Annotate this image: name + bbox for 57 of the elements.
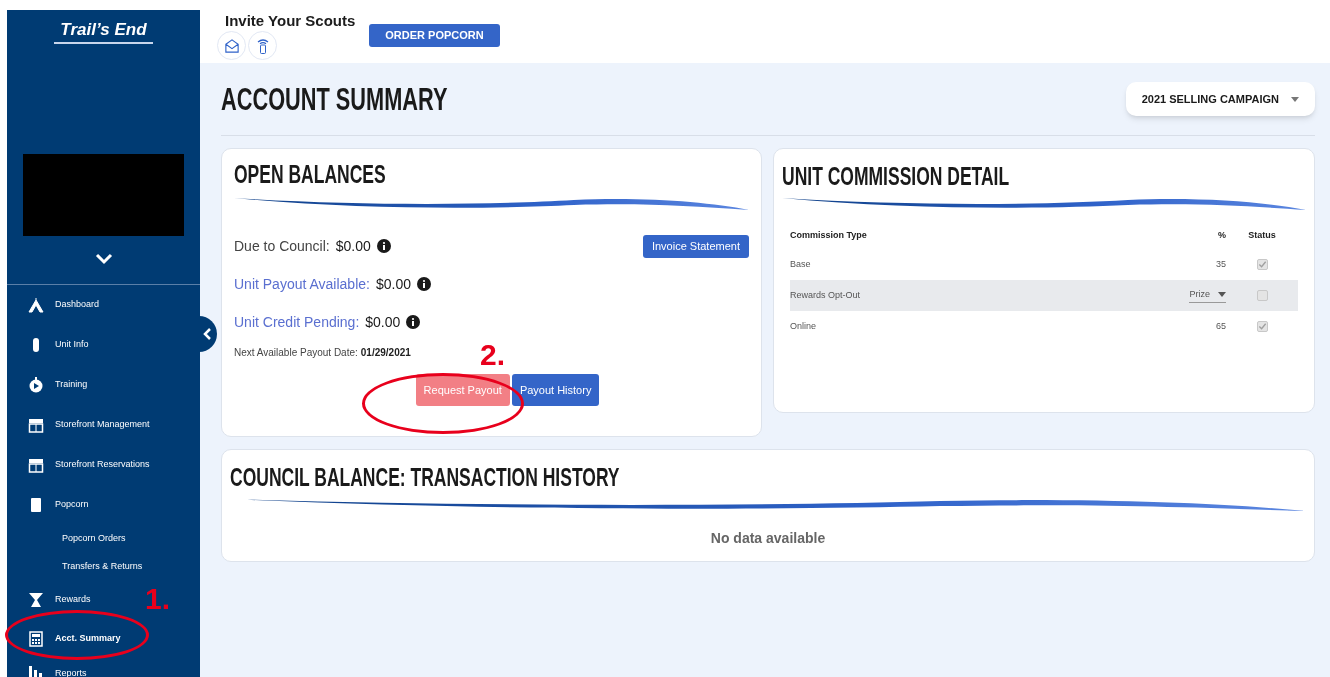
balance-label[interactable]: Unit Credit Pending: [234,311,360,333]
balance-value: $0.00 [335,236,371,256]
balance-label[interactable]: Unit Payout Available: [234,273,370,295]
sidebar-item[interactable]: Storefront Reservations [28,445,150,485]
order-popcorn-button[interactable]: ORDER POPCORN [369,24,500,47]
payout-date-label: Next Available Payout Date: [234,346,358,360]
sidebar-item[interactable]: Storefront Management [28,405,150,445]
tent-icon [28,297,44,313]
annotation-number: 2. [480,338,506,372]
invoice-statement-button[interactable]: Invoice Statement [642,234,749,258]
sidebar-item[interactable]: Reports [28,659,87,677]
info-icon[interactable] [417,277,431,291]
storefront-icon [28,417,44,433]
column-header: % [1217,229,1226,243]
table-cell-text: 65 [1215,319,1226,333]
calculator-icon [28,631,44,647]
caret-icon [1291,96,1299,102]
logo: Trail’s End [54,20,153,44]
info-icon[interactable] [406,315,421,329]
trophy-icon [28,592,44,608]
table-cell-text: Rewards Opt-Out [790,288,862,302]
column-header: Commission Type [790,229,868,243]
info-icon[interactable] [376,239,391,253]
payout-date-value: 01/29/2021 [360,346,411,360]
sidebar-item[interactable]: Acct. Summary [28,619,121,659]
page-title: ACCOUNT SUMMARY [221,80,448,119]
table-cell-text: Base [790,257,812,271]
card-title: OPEN BALANCES [234,159,386,189]
checkbox[interactable] [1256,321,1268,332]
prize-select[interactable]: Prize [1189,287,1226,304]
sidebar-subitem[interactable]: Popcorn Orders [62,525,126,553]
caret-icon [1218,292,1226,297]
balance-value: $0.00 [375,274,411,294]
balance-value: $0.00 [365,312,401,332]
sidebar-item[interactable]: Dashboard [28,285,100,325]
annotation-number: 1. [145,582,171,616]
storefront-icon [28,457,44,473]
payout-button[interactable]: Payout History [511,374,600,406]
sidebar-item[interactable]: Rewards [28,581,91,619]
sidebar-item[interactable]: Popcorn [28,485,89,525]
table-cell-text: 35 [1215,257,1226,271]
campaign-dropdown[interactable]: 2021 SELLING CAMPAIGN [1125,82,1315,116]
header-title: Invite Your Scouts [224,12,356,30]
chevron-down-icon[interactable] [94,253,113,265]
sidebar-item[interactable]: Unit Info [28,325,89,365]
column-header: Status [1247,229,1277,243]
card-title: COUNCIL BALANCE: TRANSACTION HISTORY [230,462,620,492]
stopwatch-icon [28,377,44,393]
checkbox[interactable] [1256,290,1268,301]
balance-label: Due to Council: [234,236,330,256]
sidebar-item[interactable]: Training [28,365,88,405]
sidebar-subitem[interactable]: Transfers & Returns [62,553,143,581]
card-title: UNIT COMMISSION DETAIL [782,161,1010,191]
bar-chart-icon [28,664,44,677]
table-cell-text: Online [790,319,817,333]
empty-message: No data available [710,529,826,548]
checkbox[interactable] [1256,259,1268,270]
